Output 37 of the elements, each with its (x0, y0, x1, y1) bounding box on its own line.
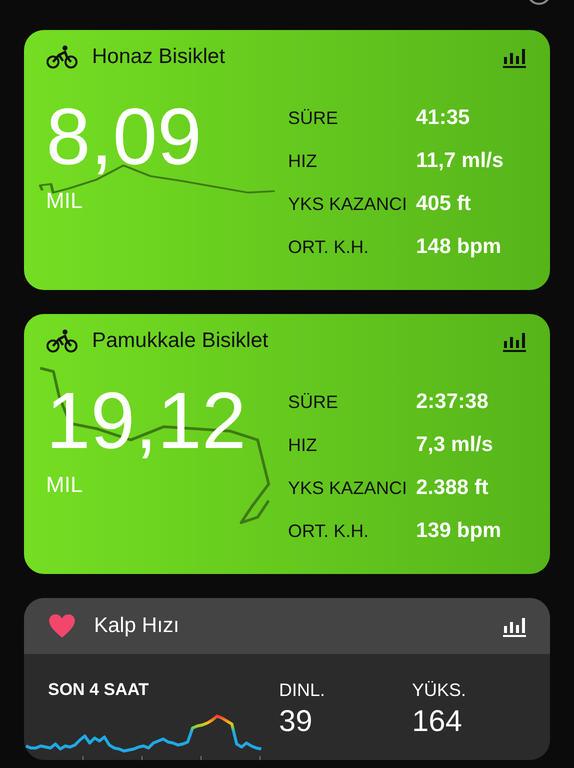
bar-chart-icon[interactable] (502, 615, 526, 637)
stat-label: SÜRE (288, 107, 340, 130)
stat-value: 2.388 ft (416, 476, 490, 500)
workout-title: Pamukkale Bisiklet (92, 329, 270, 353)
distance-value: 8,09 (46, 102, 202, 172)
stat-value: 405 ft (416, 192, 472, 216)
workout-card[interactable]: Honaz Bisiklet 8,09 MIL SÜRE 41:35 HIZ 11,7 ml/s YKS KAZANCI 405 ft ORT. K.H. 148 bpm (24, 30, 550, 290)
stat-label: YÜKS. (412, 680, 468, 701)
workout-title: Honaz Bisiklet (92, 45, 226, 69)
distance-unit: MIL (46, 472, 83, 498)
stat-value: 164 (412, 705, 464, 739)
distance-unit: MIL (46, 188, 83, 214)
cyclist-icon (46, 45, 78, 69)
stat-label: SÜRE (288, 391, 340, 414)
cyclist-icon (46, 329, 78, 353)
stat-label: DINL. (279, 680, 326, 701)
bar-chart-icon[interactable] (502, 330, 526, 352)
stat-value: 11,7 ml/s (416, 149, 504, 173)
stat-value: 2:37:38 (416, 390, 490, 414)
distance-value: 19,12 (46, 386, 246, 456)
heart-rate-title: Kalp Hızı (94, 614, 180, 638)
stat-value: 39 (279, 705, 314, 739)
workout-card[interactable]: Pamukkale Bisiklet 19,12 MIL SÜRE 2:37:38 HIZ 7,3 ml/s YKS KAZANCI 2.388 ft ORT. K.H. 139 bpm (24, 314, 550, 574)
stat-label: HIZ (288, 150, 318, 173)
heart-icon (48, 613, 76, 639)
stat-label: YKS KAZANCI (288, 477, 408, 500)
stat-label: ORT. K.H. (288, 236, 370, 259)
heart-rate-card[interactable]: Kalp Hızı SON 4 SAAT DINL. 39 YÜKS. 164 (24, 598, 550, 760)
stat-value: 148 bpm (416, 235, 502, 259)
bar-chart-icon[interactable] (502, 46, 526, 68)
stat-label: HIZ (288, 434, 318, 457)
stat-value: 7,3 ml/s (416, 433, 494, 457)
period-label: SON 4 SAAT (48, 680, 150, 700)
stat-value: 41:35 (416, 106, 471, 130)
stat-label: ORT. K.H. (288, 520, 370, 543)
stat-label: YKS KAZANCI (288, 193, 408, 216)
stat-value: 139 bpm (416, 519, 502, 543)
